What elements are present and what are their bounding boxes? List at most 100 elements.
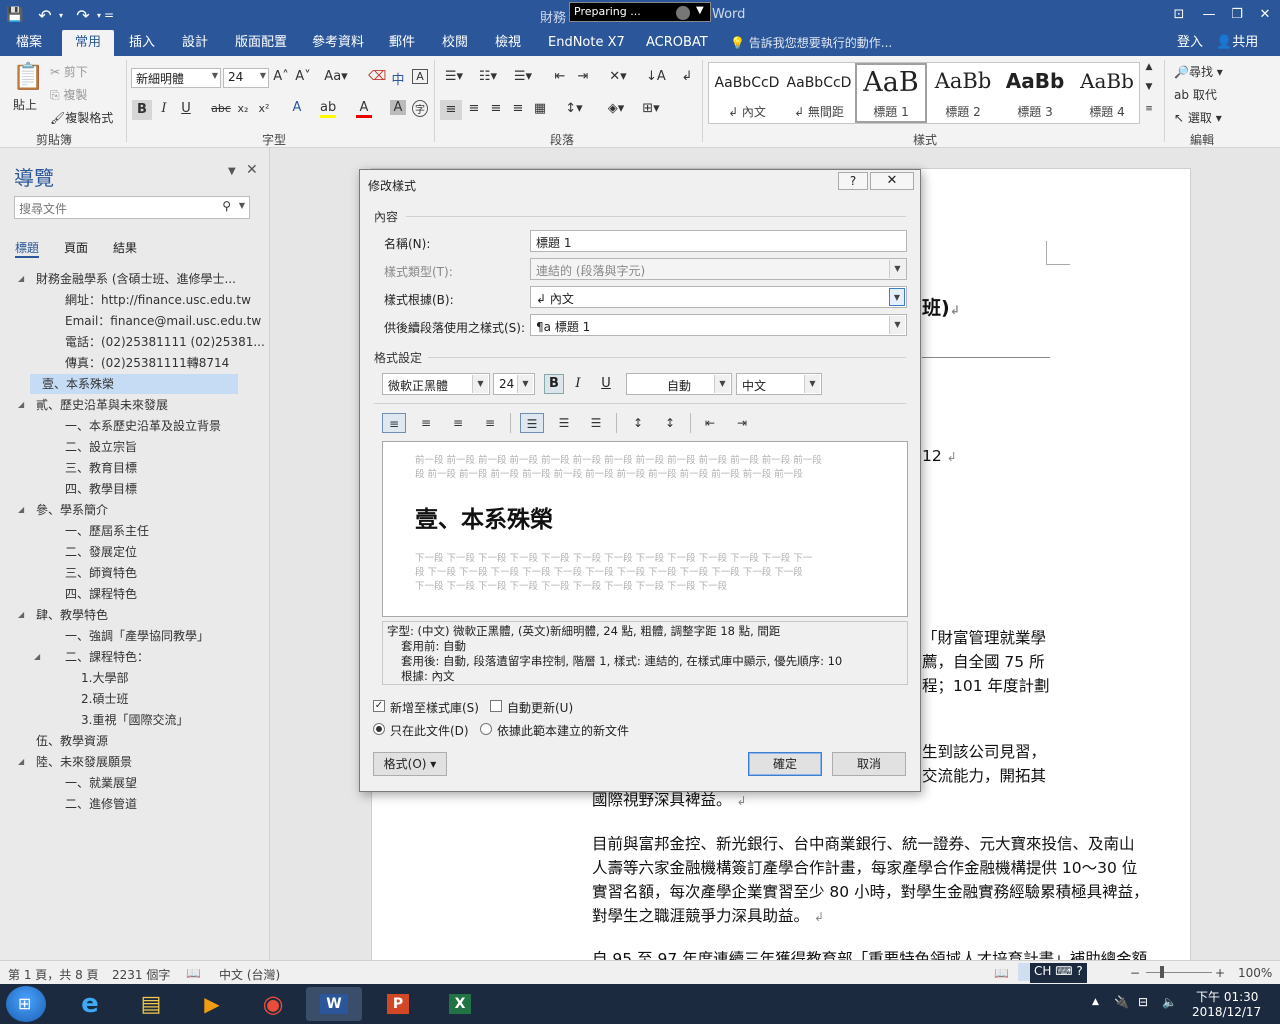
style-heading-2[interactable]: AaBb 標題 2 bbox=[927, 63, 999, 123]
customize-qat-icon[interactable]: = bbox=[102, 4, 116, 26]
tab-pages[interactable]: 頁面 bbox=[64, 239, 88, 256]
tab-acrobat[interactable]: ACROBAT bbox=[646, 30, 708, 56]
cut-button[interactable]: ✂ 剪下 bbox=[50, 63, 88, 80]
dialog-color-select[interactable]: 自動 ▼ bbox=[626, 373, 732, 395]
style-normal[interactable]: AaBbCcD ↲ 內文 bbox=[711, 63, 783, 123]
style-heading-4[interactable]: AaBb 標題 4 bbox=[1071, 63, 1143, 123]
redo-icon[interactable]: ↷ bbox=[74, 4, 92, 26]
expand-collapse-icon[interactable]: ◢ bbox=[18, 269, 24, 289]
close-icon[interactable]: ✕ bbox=[246, 162, 258, 178]
zoom-slider[interactable] bbox=[1146, 972, 1212, 973]
copy-button[interactable]: ⎘ 複製 bbox=[50, 86, 87, 103]
excel-icon[interactable]: X bbox=[432, 987, 488, 1021]
dialog-align-left-icon[interactable]: ≡ bbox=[382, 413, 406, 433]
dialog-single-spacing-icon[interactable]: ☰ bbox=[520, 413, 544, 433]
new-documents-radio[interactable] bbox=[480, 723, 492, 735]
tell-me-box[interactable]: 💡 告訴我您想要執行的動作... bbox=[730, 30, 892, 56]
style-heading-1[interactable]: AaB 標題 1 bbox=[855, 63, 927, 123]
tab-mailings[interactable]: 郵件 bbox=[389, 30, 415, 56]
signin-link[interactable]: 登入 bbox=[1177, 30, 1203, 56]
clock-time[interactable]: 下午 01:30 bbox=[1196, 988, 1258, 1005]
page-count[interactable]: 第 1 頁，共 8 頁 bbox=[8, 966, 99, 983]
zoom-level[interactable]: 100% bbox=[1238, 966, 1272, 980]
tab-results[interactable]: 結果 bbox=[113, 239, 137, 256]
font-name-combo[interactable]: 新細明體 ▼ bbox=[131, 68, 221, 88]
nav-heading-item[interactable]: 壹、本系殊榮 bbox=[30, 374, 238, 394]
asian-layout-icon[interactable]: ✕▾ bbox=[605, 69, 631, 84]
gallery-up-icon[interactable]: ▲ bbox=[1142, 62, 1156, 72]
dialog-bold-button[interactable]: B bbox=[544, 374, 564, 394]
expand-collapse-icon[interactable]: ◢ bbox=[34, 647, 40, 667]
dialog-space-after-icon[interactable]: ↕ bbox=[658, 413, 682, 433]
tab-endnote[interactable]: EndNote X7 bbox=[548, 30, 625, 56]
tab-headings[interactable]: 標題 bbox=[15, 239, 40, 258]
chrome-icon[interactable]: ◉ bbox=[245, 987, 301, 1021]
word-icon[interactable]: W bbox=[306, 987, 362, 1021]
decrease-indent-icon[interactable]: ⇤ bbox=[551, 69, 569, 84]
dialog-space-before-icon[interactable]: ↕ bbox=[626, 413, 650, 433]
enclose-char-icon[interactable]: 字 bbox=[412, 100, 428, 117]
tab-design[interactable]: 設計 bbox=[182, 30, 208, 56]
expand-collapse-icon[interactable]: ◢ bbox=[18, 752, 24, 772]
gallery-more-icon[interactable]: ≡ bbox=[1142, 104, 1156, 114]
dialog-italic-button[interactable]: I bbox=[568, 374, 588, 394]
subscript-icon[interactable]: x₂ bbox=[236, 102, 250, 115]
increase-indent-icon[interactable]: ⇥ bbox=[574, 69, 592, 84]
borders-icon[interactable]: ⊞▾ bbox=[638, 101, 664, 116]
strikethrough-icon[interactable]: abc bbox=[211, 102, 231, 115]
style-name-input[interactable]: 標題 1 bbox=[530, 230, 907, 252]
dialog-language-select[interactable]: 中文 ▼ bbox=[736, 373, 822, 395]
distributed-icon[interactable]: ▦ bbox=[531, 101, 549, 116]
volume-icon[interactable]: 🔈 bbox=[1162, 995, 1177, 1009]
style-no-spacing[interactable]: AaBbCcD ↲ 無間距 bbox=[783, 63, 855, 123]
only-this-document-radio[interactable] bbox=[373, 723, 385, 735]
multilevel-list-icon[interactable]: ☰▾ bbox=[510, 69, 536, 84]
line-spacing-icon[interactable]: ↕▾ bbox=[562, 101, 586, 116]
replace-button[interactable]: ab 取代 bbox=[1174, 86, 1217, 103]
dialog-font-select[interactable]: 微軟正黑體 ▼ bbox=[382, 373, 490, 395]
superscript-icon[interactable]: x² bbox=[257, 102, 271, 115]
paste-icon[interactable]: 📋 bbox=[12, 62, 44, 92]
numbering-icon[interactable]: ☷▾ bbox=[476, 69, 500, 84]
tab-view[interactable]: 檢視 bbox=[495, 30, 521, 56]
text-effects-icon[interactable]: A bbox=[289, 100, 305, 115]
ie-icon[interactable]: e bbox=[62, 987, 118, 1021]
shrink-font-icon[interactable]: A˅ bbox=[295, 69, 311, 84]
bullets-icon[interactable]: ☰▾ bbox=[442, 69, 466, 84]
tab-home[interactable]: 常用 bbox=[62, 30, 114, 56]
dialog-double-spacing-icon[interactable]: ☰ bbox=[584, 413, 608, 433]
undo-dropdown-icon[interactable]: ▾ bbox=[56, 4, 66, 26]
nav-options-icon[interactable]: ▼ bbox=[228, 166, 236, 177]
format-painter-button[interactable]: 🖌複製格式 bbox=[50, 109, 113, 126]
style-type-select[interactable]: 連結的 (段落與字元) ▼ bbox=[530, 258, 907, 280]
search-icon[interactable]: ⚲ bbox=[222, 199, 231, 213]
minimize-button[interactable]: — bbox=[1194, 4, 1224, 26]
paste-button[interactable]: 貼上 bbox=[13, 96, 37, 113]
cancel-button[interactable]: 取消 bbox=[832, 752, 906, 776]
powerpoint-icon[interactable]: P bbox=[370, 987, 426, 1021]
align-center-icon[interactable]: ≡ bbox=[465, 101, 483, 116]
next-style-select[interactable]: ¶a 標題 1 ▼ bbox=[530, 314, 907, 336]
based-on-select[interactable]: ↲ 內文 ▼ bbox=[530, 286, 907, 308]
expand-collapse-icon[interactable]: ◢ bbox=[18, 605, 24, 625]
char-shading-icon[interactable]: A bbox=[390, 100, 406, 115]
chevron-down-icon[interactable]: ▼ bbox=[239, 201, 245, 210]
add-to-gallery-checkbox[interactable]: ✓ bbox=[373, 700, 385, 712]
dialog-close-button[interactable]: ✕ bbox=[870, 172, 914, 190]
dialog-align-center-icon[interactable]: ≡ bbox=[414, 413, 438, 433]
dialog-increase-indent-icon[interactable]: ⇥ bbox=[730, 413, 754, 433]
clear-format-icon[interactable]: ⌫ bbox=[368, 69, 386, 84]
proofing-icon[interactable]: 📖 bbox=[186, 966, 201, 980]
italic-icon[interactable]: I bbox=[157, 101, 171, 116]
select-button[interactable]: ↖ 選取 ▾ bbox=[1174, 109, 1222, 126]
ime-indicator[interactable]: CH ⌨ ? bbox=[1030, 963, 1087, 983]
gallery-down-icon[interactable]: ▼ bbox=[1142, 82, 1156, 92]
underline-icon[interactable]: U bbox=[179, 101, 193, 116]
dialog-justify-icon[interactable]: ≡ bbox=[478, 413, 502, 433]
record-icon[interactable] bbox=[676, 6, 690, 20]
ok-button[interactable]: 確定 bbox=[748, 752, 822, 776]
dialog-align-right-icon[interactable]: ≡ bbox=[446, 413, 470, 433]
grow-font-icon[interactable]: A˄ bbox=[273, 69, 289, 84]
format-menu-button[interactable]: 格式(O) ▾ bbox=[373, 752, 447, 776]
ribbon-display-icon[interactable]: ⊡ bbox=[1164, 4, 1194, 26]
